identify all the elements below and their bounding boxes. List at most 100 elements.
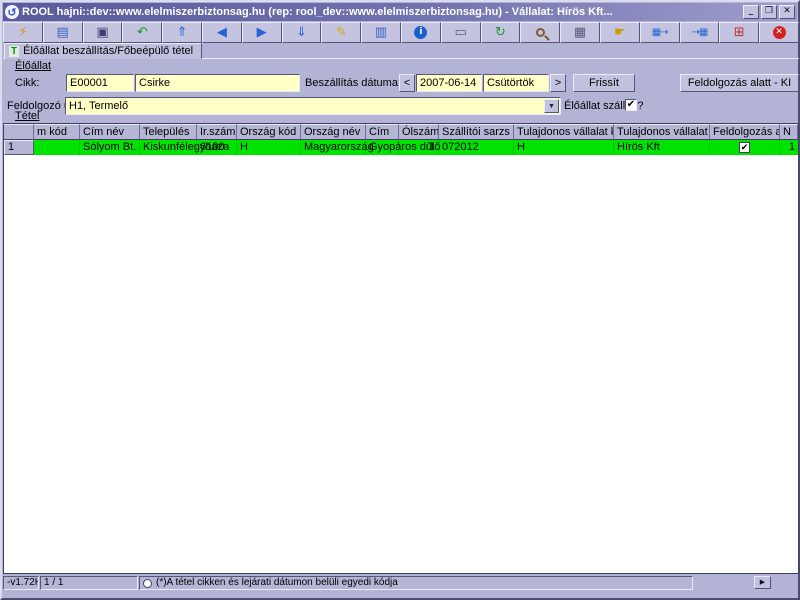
article-code-input[interactable] <box>66 74 134 92</box>
processing-toggle-button[interactable]: Feldolgozás alatt - KI <box>680 74 799 92</box>
down-arrow-icon: ⇓ <box>296 26 307 39</box>
export-table-button[interactable]: ▦→ <box>640 22 680 43</box>
right-arrow-icon: ▶ <box>257 26 267 39</box>
column-header-cim[interactable]: Cím <box>366 124 399 140</box>
lightning-icon: ⚡ <box>18 26 27 39</box>
tab-label: Élőállat beszállítás/Főbeépülő tétel <box>23 45 193 57</box>
open-button[interactable]: ▤ <box>43 22 83 43</box>
row-number-cell: 1 <box>4 140 34 155</box>
column-header-telepules[interactable]: Település <box>140 124 197 140</box>
cell-olszam: 1 <box>399 140 439 155</box>
close-form-button[interactable]: ⊞ <box>719 22 759 43</box>
column-header-cim-nev[interactable]: Cím név <box>80 124 140 140</box>
grid-frame-button[interactable]: ▦ <box>560 22 600 43</box>
title-bar: ↺ ROOL hajni::dev::www.elelmiszerbiztons… <box>3 3 797 21</box>
refresh-form-button[interactable]: Frissít <box>573 74 635 92</box>
table-arrow-out-icon: ▦→ <box>652 26 668 39</box>
column-header-orszag-nev[interactable]: Ország név <box>301 124 366 140</box>
row-number-header <box>4 124 34 140</box>
tab-strip: T Élőállat beszállítás/Főbeépülő tétel <box>3 43 799 59</box>
window-icon: ▭ <box>455 26 467 39</box>
items-table: m kód Cím név Település Ir.szám Ország k… <box>3 123 799 574</box>
table-header-row: m kód Cím név Település Ir.szám Ország k… <box>4 124 798 140</box>
cell-tulajdonos-nev: Hírös Kft <box>614 140 710 155</box>
live-animal-supplier-checkbox[interactable]: ✔ <box>625 99 637 111</box>
search-button[interactable] <box>520 22 560 43</box>
info-button[interactable]: i <box>401 22 441 43</box>
table-row[interactable]: 1 Sólyom Bt. Kiskunfélegyháza 6100 H Mag… <box>4 140 798 155</box>
status-note-panel: (*)A tétel cikken és lejárati dátumon be… <box>139 576 693 590</box>
cell-tulajdonos-kod: H <box>514 140 614 155</box>
pointing-hand-button[interactable]: ☛ <box>600 22 640 43</box>
cell-irszam: 6100 <box>197 140 237 155</box>
cell-orszag-nev: Magyarország <box>301 140 366 155</box>
column-header-tulajdonos-kod[interactable]: Tulajdonos vállalat kód <box>514 124 614 140</box>
column-header-tulajdonos-nev[interactable]: Tulajdonos vállalat név <box>614 124 710 140</box>
undo-arrow-icon: ↶ <box>137 26 148 39</box>
column-header-szallitoi-sarzs[interactable]: Szállítói sarzs kód <box>439 124 514 140</box>
unique-code-radio[interactable] <box>143 579 152 588</box>
form-window-button[interactable]: ▭ <box>441 22 481 43</box>
arrow-into-table-icon: →▦ <box>692 26 708 39</box>
next-record-button[interactable]: ▶ <box>242 22 282 43</box>
database-button[interactable]: ▥ <box>361 22 401 43</box>
article-name-input[interactable] <box>135 74 300 92</box>
article-label: Cikk: <box>15 77 39 89</box>
date-next-button[interactable]: > <box>550 74 566 92</box>
weekday-input[interactable] <box>483 74 549 92</box>
pencil-icon: ✎ <box>336 26 347 39</box>
form-area: Élőállat Cikk: Beszállítás dátuma: < > F… <box>3 59 799 123</box>
row-processing-checkbox[interactable]: ✔ <box>739 142 750 153</box>
import-table-button[interactable]: →▦ <box>680 22 720 43</box>
restore-button[interactable]: ❐ <box>761 5 777 19</box>
delivery-date-label: Beszállítás dátuma: <box>305 77 401 89</box>
version-label: -v1.72H <box>3 576 39 590</box>
folder-icon: ▤ <box>57 26 69 39</box>
left-arrow-icon: ◀ <box>217 26 227 39</box>
first-record-button[interactable]: ⇑ <box>162 22 202 43</box>
live-animal-group-label: Élőállat <box>15 60 51 72</box>
database-cylinder-icon: ▥ <box>375 26 387 39</box>
grid-icon: ▦ <box>574 26 586 39</box>
pointing-hand-icon: ☛ <box>614 26 626 39</box>
save-button[interactable]: ▣ <box>83 22 123 43</box>
window-title: ROOL hajni::dev::www.elelmiszerbiztonsag… <box>22 6 740 18</box>
cell-telepules: Kiskunfélegyháza <box>140 140 197 155</box>
undo-button[interactable]: ↶ <box>122 22 162 43</box>
chevron-down-icon[interactable]: ▼ <box>544 99 559 113</box>
column-header-feldolgozas[interactable]: Feldolgozás alatt? <box>710 124 780 140</box>
column-header-orszag-kod[interactable]: Ország kód <box>237 124 301 140</box>
stop-x-icon: ✕ <box>773 26 786 39</box>
stop-button[interactable]: ✕ <box>759 22 799 43</box>
tab-elballat-beszallitas[interactable]: T Élőállat beszállítás/Főbeépülő tétel <box>4 43 202 59</box>
column-header-olszam[interactable]: Ólszám <box>399 124 439 140</box>
up-arrow-icon: ⇑ <box>177 26 188 39</box>
column-header-truncated[interactable]: N <box>780 124 798 140</box>
cell-feldolgozas: ✔ <box>710 140 780 155</box>
edit-button[interactable]: ✎ <box>321 22 361 43</box>
close-button[interactable]: ✕ <box>779 5 795 19</box>
processing-plant-select[interactable]: H1, Termelő ▼ <box>65 97 561 115</box>
table-letter-icon: T <box>9 46 19 57</box>
exit-button[interactable]: ⚡ <box>3 22 43 43</box>
status-bar: -v1.72H 1 / 1 (*)A tétel cikken és lejár… <box>3 576 799 590</box>
page-indicator: 1 / 1 <box>40 576 138 590</box>
refresh-icon: ↻ <box>495 26 506 39</box>
item-group-label: Tétel <box>15 110 39 122</box>
search-icon <box>536 28 545 37</box>
toolbar: ⚡ ▤ ▣ ↶ ⇑ ◀ ▶ ⇓ ✎ ▥ i ▭ ↻ ▦ ☛ ▦→ →▦ ⊞ ✕ <box>3 22 799 43</box>
date-prev-button[interactable]: < <box>399 74 415 92</box>
column-header-irszam[interactable]: Ir.szám <box>197 124 237 140</box>
floppy-icon: ▣ <box>96 26 108 39</box>
scroll-right-button[interactable]: ▶ <box>754 576 771 589</box>
minimize-button[interactable]: _ <box>743 5 759 19</box>
refresh-button[interactable]: ↻ <box>481 22 521 43</box>
column-header-cim-kod[interactable]: m kód <box>34 124 80 140</box>
last-record-button[interactable]: ⇓ <box>282 22 322 43</box>
prev-record-button[interactable]: ◀ <box>202 22 242 43</box>
cell-szallitoi-sarzs: 072012 <box>439 140 514 155</box>
date-input[interactable] <box>416 74 482 92</box>
app-icon: ↺ <box>5 5 19 19</box>
app-window: ↺ ROOL hajni::dev::www.elelmiszerbiztons… <box>0 0 800 600</box>
cell-cim-nev: Sólyom Bt. <box>80 140 140 155</box>
